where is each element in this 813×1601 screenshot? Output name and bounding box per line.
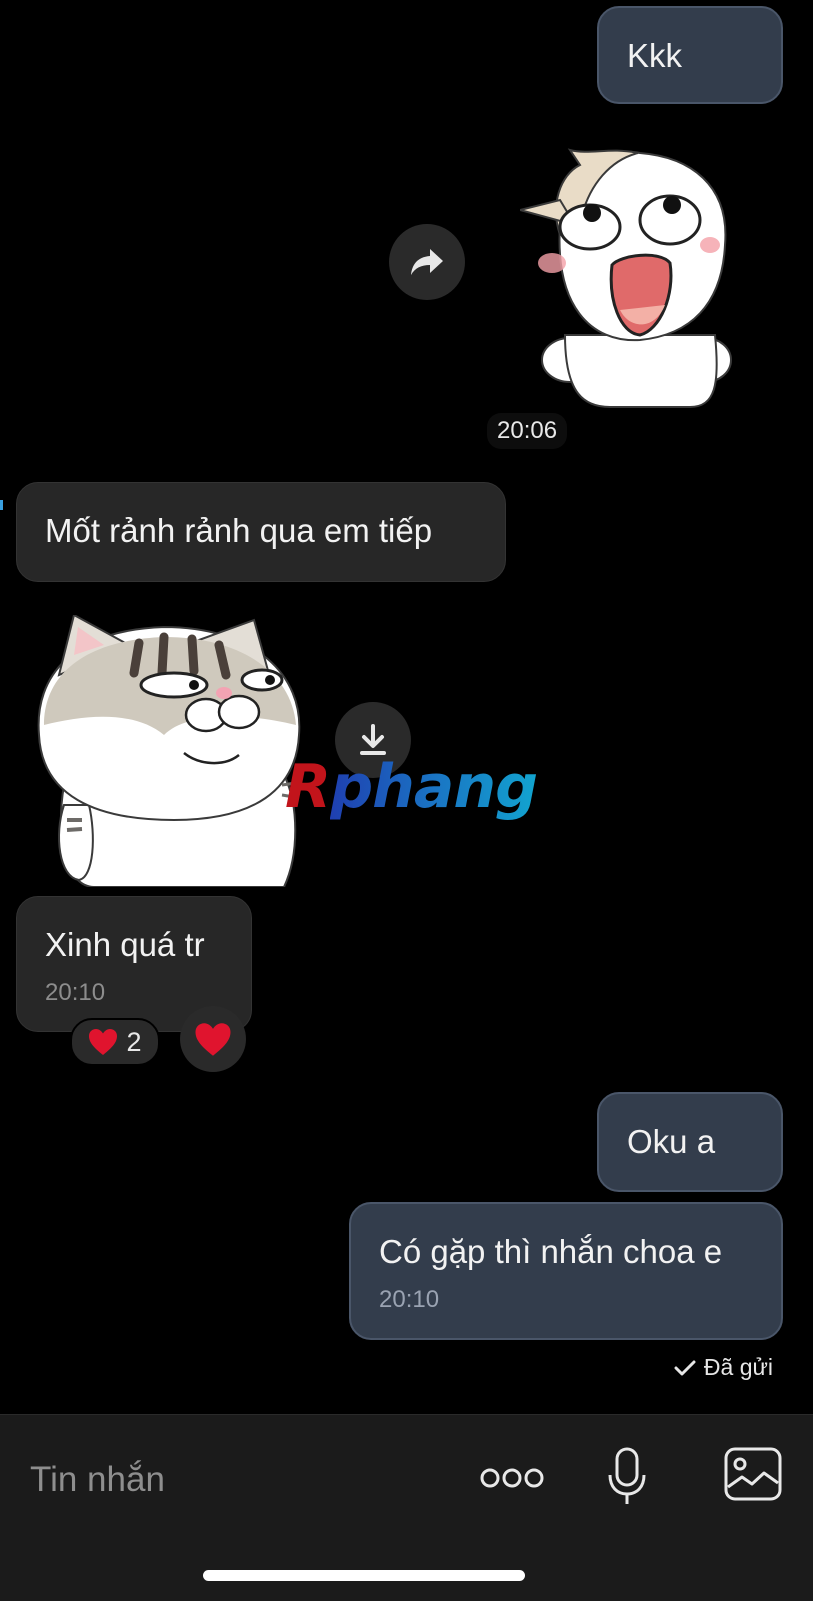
- message-time: 20:06: [487, 413, 568, 449]
- message-bubble-outgoing[interactable]: Có gặp thì nhắn choa e 20:10: [349, 1202, 783, 1340]
- gallery-button[interactable]: [722, 1443, 784, 1505]
- message-text: Xinh quá tr: [45, 926, 205, 963]
- home-indicator[interactable]: [203, 1570, 525, 1581]
- message-bubble-incoming[interactable]: Mốt rảnh rảnh qua em tiếp: [16, 482, 506, 582]
- forward-icon: [411, 249, 443, 275]
- more-button[interactable]: [478, 1453, 546, 1503]
- forward-button[interactable]: [389, 224, 465, 300]
- sticker-tabby-cat[interactable]: [34, 613, 314, 888]
- message-bubble-outgoing[interactable]: Kkk: [597, 6, 783, 104]
- message-text: Mốt rảnh rảnh qua em tiếp: [45, 512, 433, 549]
- reaction-count-text: 2: [126, 1026, 142, 1057]
- watermark-logo: Rphang: [285, 752, 538, 822]
- message-input[interactable]: [28, 1451, 452, 1509]
- message-status: Đã gửi: [674, 1354, 773, 1381]
- watermark-rest: phang: [330, 752, 538, 822]
- add-reaction-button[interactable]: [180, 1006, 246, 1072]
- image-icon: [724, 1447, 782, 1501]
- voice-record-button[interactable]: [600, 1445, 654, 1509]
- message-text: Có gặp thì nhắn choa e: [379, 1233, 723, 1270]
- message-time: 20:10: [45, 978, 106, 1006]
- sticker-white-cat[interactable]: [516, 145, 740, 410]
- message-text: Kkk: [627, 37, 683, 74]
- message-time: 20:10: [379, 1285, 440, 1313]
- message-bubble-outgoing[interactable]: Oku a: [597, 1092, 783, 1192]
- heart-icon: [89, 1029, 118, 1055]
- watermark-first-letter: R: [285, 752, 331, 822]
- microphone-icon: [608, 1447, 646, 1504]
- more-icon: [480, 1468, 544, 1488]
- reaction-count[interactable]: 2: [70, 1018, 160, 1066]
- heart-icon: [195, 1022, 231, 1056]
- message-text: Oku a: [627, 1123, 716, 1160]
- check-icon: [674, 1360, 696, 1375]
- unread-marker: [0, 500, 3, 510]
- status-text: Đã gửi: [703, 1354, 773, 1380]
